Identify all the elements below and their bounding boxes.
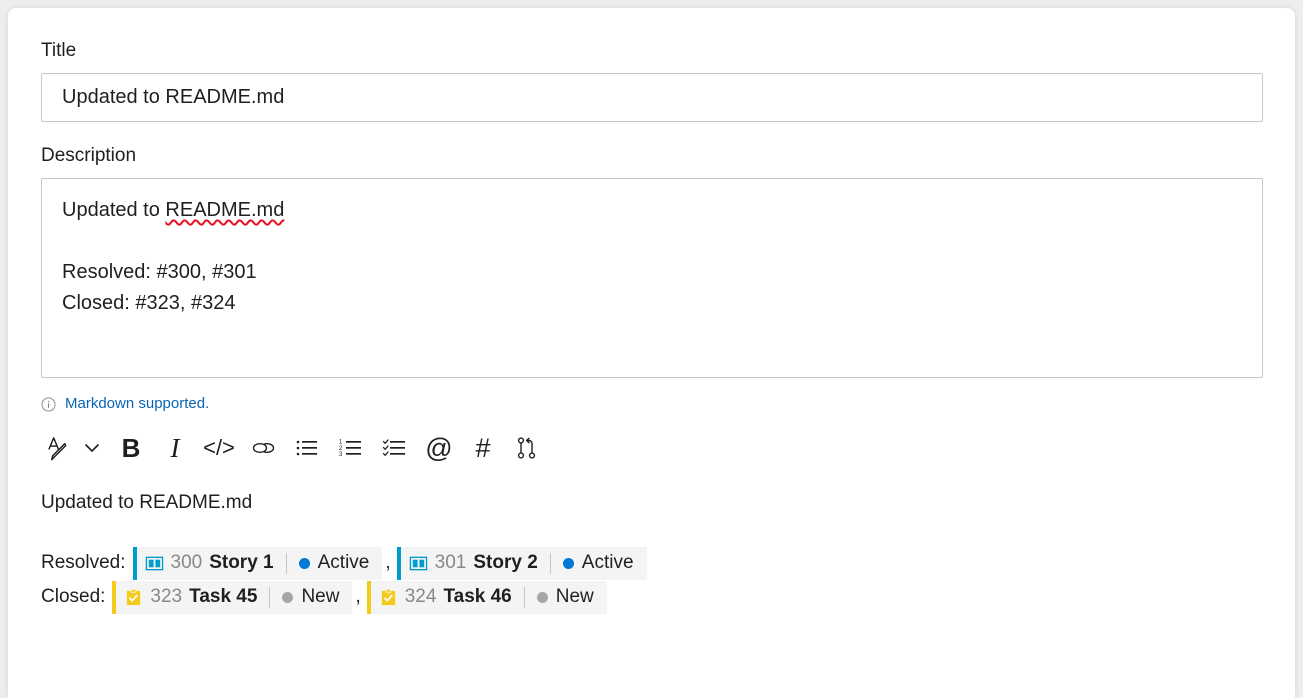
work-item-title: Task 46 xyxy=(443,586,512,607)
preview-row-prefix: Closed: xyxy=(41,586,106,607)
work-item-title: Task 45 xyxy=(189,586,258,607)
work-item-chip-323[interactable]: 323 Task 45 New xyxy=(112,580,353,614)
code-label: </> xyxy=(203,435,235,460)
work-item-form-panel: Title Description Updated to README.md R… xyxy=(8,8,1295,698)
work-item-chip-300[interactable]: 300 Story 1 Active xyxy=(132,546,383,580)
font-style-icon[interactable] xyxy=(41,426,75,470)
form-content: Title Description Updated to README.md R… xyxy=(41,38,1263,614)
preview-heading: Updated to README.md xyxy=(41,492,253,513)
chip-divider xyxy=(285,552,287,574)
link-chain-icon xyxy=(252,442,275,454)
preview-row-closed: Closed: 323 Task 45 New , 324 Task 46 Ne… xyxy=(41,580,1263,614)
chip-divider xyxy=(269,586,271,608)
checklist-button[interactable] xyxy=(373,426,417,470)
work-item-chip-324[interactable]: 324 Task 46 New xyxy=(366,580,607,614)
markdown-supported-link[interactable]: Markdown supported. xyxy=(65,395,209,413)
work-item-id: 300 xyxy=(170,552,203,573)
chip-divider xyxy=(549,552,551,574)
mention-label: @ xyxy=(425,432,453,463)
title-input[interactable] xyxy=(41,73,1263,122)
work-item-chip-301[interactable]: 301 Story 2 Active xyxy=(396,546,647,580)
state-dot-icon xyxy=(536,591,548,603)
task-clipboard-icon xyxy=(127,588,141,605)
work-item-state: New xyxy=(555,586,594,607)
work-item-id: 324 xyxy=(404,586,437,607)
preview-row-resolved: Resolved: 300 Story 1 Active , 301 Story… xyxy=(41,546,1263,580)
formatting-toolbar: B I </> 1 2 3 @ # xyxy=(41,426,1263,470)
chevron-down-glyph xyxy=(85,444,99,452)
numbered-list-icon: 1 2 3 xyxy=(339,440,361,458)
work-item-id: 301 xyxy=(434,552,467,573)
bold-button[interactable]: B xyxy=(109,426,153,470)
svg-text:2: 2 xyxy=(339,446,343,452)
state-dot-icon xyxy=(298,557,310,569)
description-line-4: Closed: #323, #324 xyxy=(62,292,236,314)
code-button[interactable]: </> xyxy=(197,426,241,470)
bold-label: B xyxy=(121,433,141,463)
story-book-icon xyxy=(145,556,163,570)
chip-divider xyxy=(523,586,525,608)
markdown-supported-note: Markdown supported. xyxy=(41,394,1263,414)
chevron-down-icon[interactable] xyxy=(75,426,109,470)
hashtag-label: # xyxy=(475,432,491,463)
work-item-state: Active xyxy=(317,552,370,573)
numbered-list-button[interactable]: 1 2 3 xyxy=(329,426,373,470)
preview-heading-line: Updated to README.md xyxy=(41,486,1263,520)
pull-request-icon xyxy=(517,437,536,459)
description-textarea[interactable]: Updated to README.md Resolved: #300, #30… xyxy=(41,178,1263,378)
bulleted-list-icon xyxy=(296,440,317,456)
state-dot-icon xyxy=(562,557,574,569)
work-item-state: New xyxy=(301,586,340,607)
description-line-1-prefix: Updated to xyxy=(62,199,166,221)
work-item-title: Story 1 xyxy=(209,552,274,573)
work-item-title: Story 2 xyxy=(473,552,538,573)
pull-request-button[interactable] xyxy=(505,426,549,470)
mention-button[interactable]: @ xyxy=(417,426,461,470)
state-dot-icon xyxy=(282,591,294,603)
description-line-1-misspelled-word: README.md xyxy=(165,199,285,221)
story-book-icon xyxy=(409,556,427,570)
font-pen-icon xyxy=(47,436,66,460)
preview-row-prefix: Resolved: xyxy=(41,552,126,573)
hashtag-button[interactable]: # xyxy=(461,426,505,470)
task-clipboard-icon xyxy=(381,588,395,605)
description-field-label: Description xyxy=(41,145,137,166)
rendered-preview: Updated to README.md Resolved: 300 Story… xyxy=(41,486,1263,614)
italic-button[interactable]: I xyxy=(153,426,197,470)
work-item-id: 323 xyxy=(150,586,183,607)
bulleted-list-button[interactable] xyxy=(285,426,329,470)
svg-text:1: 1 xyxy=(339,440,343,446)
link-button[interactable] xyxy=(241,426,285,470)
svg-text:3: 3 xyxy=(339,452,343,458)
info-icon xyxy=(41,396,56,412)
italic-label: I xyxy=(170,432,180,463)
preview-row-separator: , xyxy=(385,552,391,573)
description-line-3: Resolved: #300, #301 xyxy=(62,261,257,283)
work-item-state: Active xyxy=(581,552,634,573)
checklist-icon xyxy=(382,439,405,456)
preview-row-separator: , xyxy=(355,586,361,607)
title-field-label: Title xyxy=(41,40,77,61)
